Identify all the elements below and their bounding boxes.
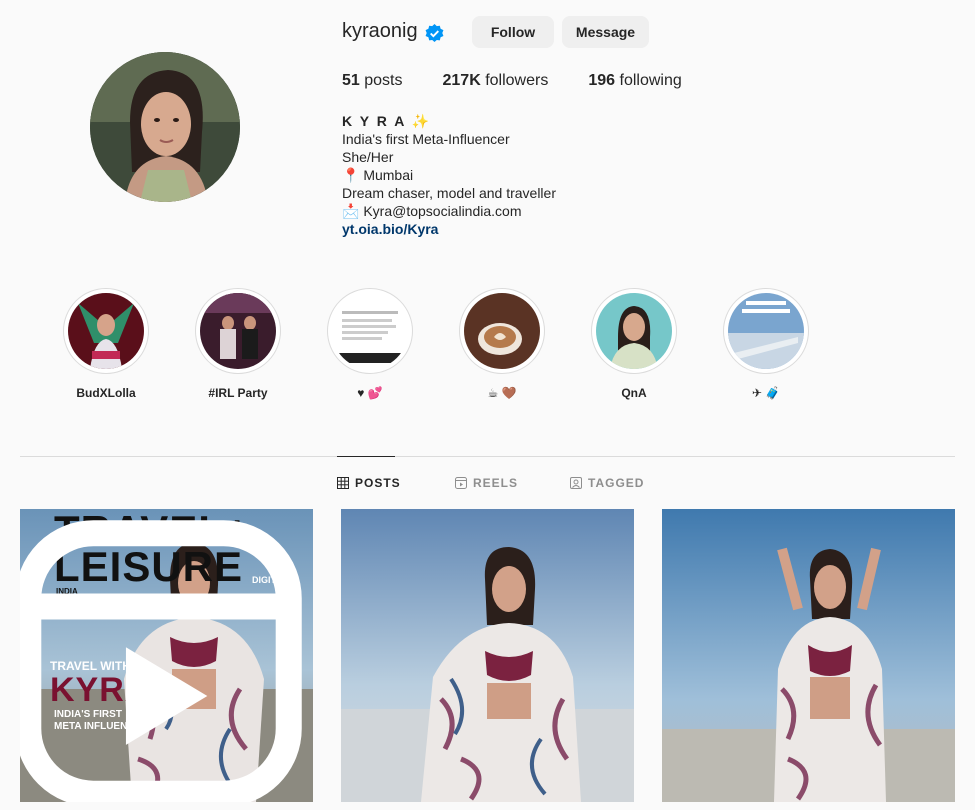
highlight-qna-thumbnail (596, 293, 672, 369)
following-count[interactable]: 196 following (588, 72, 681, 90)
highlight-label: BudXLolla (76, 386, 136, 400)
highlight-travel-thumbnail (728, 293, 804, 369)
tab-tagged[interactable]: TAGGED (570, 476, 644, 490)
verified-badge-icon (425, 24, 444, 43)
highlight-label: ✈ 🧳 (751, 386, 781, 400)
posts-count: 51 posts (342, 72, 403, 90)
tagged-icon (570, 477, 582, 489)
followers-count-value: 217K (442, 72, 481, 89)
reels-icon (455, 477, 467, 489)
highlight-coffee-thumbnail (464, 293, 540, 369)
profile-bio: K Y R A ✨ India's first Meta-Influencer … (342, 112, 556, 238)
tab-posts[interactable]: POSTS (337, 476, 401, 490)
highlight-ring (723, 288, 809, 374)
bio-location: 📍 Mumbai (342, 167, 414, 183)
highlight-label: ☕ 🤎 (487, 386, 517, 400)
bio-pronouns: She/Her (342, 149, 394, 165)
post-image (662, 509, 955, 802)
post-thumbnail[interactable] (662, 509, 955, 802)
bio-line: India's first Meta-Influencer (342, 131, 510, 147)
grid-icon (337, 477, 349, 489)
post-thumbnail[interactable] (341, 509, 634, 802)
highlight-item[interactable]: BudXLolla (63, 288, 149, 400)
highlight-label: ♥ 💕 (357, 386, 383, 400)
avatar-portrait (90, 52, 240, 202)
highlight-ring (63, 288, 149, 374)
highlight-ring (591, 288, 677, 374)
highlight-ring (459, 288, 545, 374)
profile-username: kyraonig (342, 20, 418, 42)
followers-count[interactable]: 217K followers (443, 72, 549, 90)
highlight-item[interactable]: ☕ 🤎 (459, 288, 545, 400)
highlight-label: QnA (621, 386, 647, 400)
tab-posts-label: POSTS (355, 476, 401, 490)
profile-stats: 51 posts 217K followers 196 following (342, 72, 722, 90)
highlight-ring (195, 288, 281, 374)
tab-reels-label: REELS (473, 476, 519, 490)
follow-button[interactable]: Follow (472, 16, 554, 48)
post-image (341, 509, 634, 802)
tab-tagged-label: TAGGED (588, 476, 645, 490)
followers-count-label: followers (485, 72, 549, 89)
highlight-ring (327, 288, 413, 374)
highlight-item[interactable]: ♥ 💕 (327, 288, 413, 400)
bio-email: 📩 Kyra@topsocialindia.com (342, 203, 522, 219)
bio-line: Dream chaser, model and traveller (342, 185, 556, 201)
message-button[interactable]: Message (562, 16, 649, 48)
bio-name: K Y R A ✨ (342, 113, 432, 129)
following-count-label: following (619, 72, 682, 89)
bio-link[interactable]: yt.oia.bio/Kyra (342, 220, 556, 238)
post-thumbnail[interactable]: TRAVEL+ LEISURE INDIA DIGITAL TRAVEL WIT… (20, 509, 313, 802)
tabs-divider (20, 456, 955, 457)
highlight-hearts-thumbnail (332, 293, 408, 369)
posts-count-value: 51 (342, 72, 360, 89)
highlight-irl-party-thumbnail (200, 293, 276, 369)
tab-reels[interactable]: REELS (455, 476, 518, 490)
reel-badge-icon (20, 520, 302, 802)
highlight-item[interactable]: ✈ 🧳 (723, 288, 809, 400)
highlight-label: #IRL Party (208, 386, 268, 400)
profile-avatar[interactable] (90, 52, 240, 202)
active-tab-indicator (337, 456, 395, 457)
highlight-item[interactable]: #IRL Party (195, 288, 281, 400)
highlight-budxlolla-thumbnail (68, 293, 144, 369)
highlight-item[interactable]: QnA (591, 288, 677, 400)
following-count-value: 196 (588, 72, 616, 89)
posts-count-label: posts (364, 72, 403, 89)
